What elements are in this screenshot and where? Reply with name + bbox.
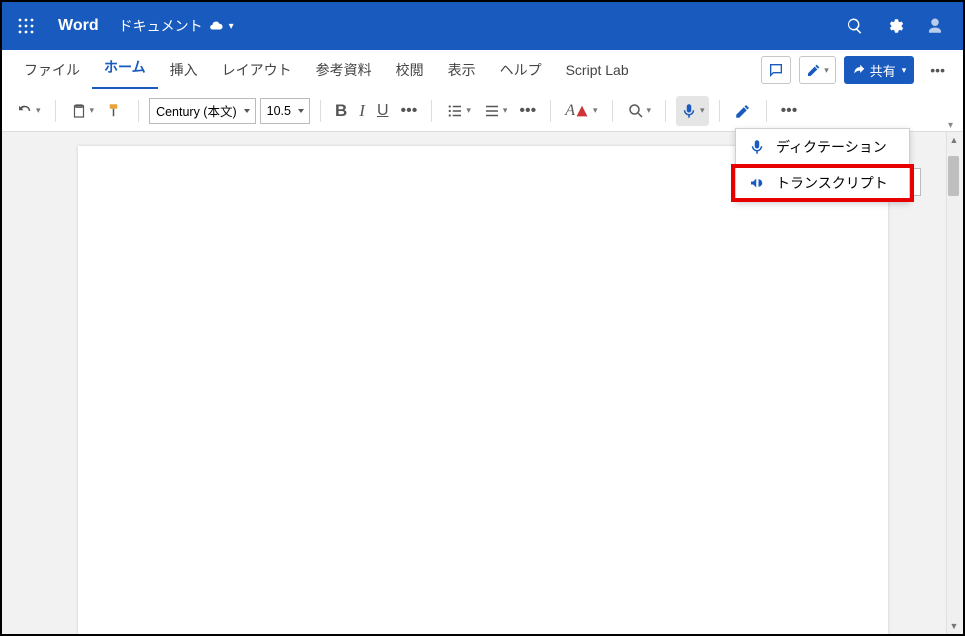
settings-button[interactable] [875,6,915,46]
tab-scriptlab[interactable]: Script Lab [554,51,641,89]
tab-file[interactable]: ファイル [12,51,92,89]
saved-cloud-icon [209,19,223,33]
tab-review[interactable]: 校閲 [384,51,436,89]
transcribe-label: トランスクリプト [776,173,888,193]
toolbar-more-button[interactable]: ••• [777,96,802,126]
document-title[interactable]: ドキュメント ▾ [119,16,234,36]
document-page[interactable] [78,146,888,634]
ribbon-toolbar: ▾ ▾ Century (本文) 10.5 B I U ••• ▾ ▾ ••• … [2,90,963,132]
font-size-select[interactable]: 10.5 [260,98,310,124]
app-launcher-button[interactable] [10,10,42,42]
scroll-down-icon[interactable]: ▼ [947,618,961,634]
separator [138,100,139,122]
share-button[interactable]: 共有 ▾ [844,56,915,84]
underline-button[interactable]: U [373,96,393,126]
scroll-up-icon[interactable]: ▲ [947,132,961,148]
share-label: 共有 [870,61,896,80]
bold-button[interactable]: B [331,96,351,126]
ribbon-overflow-button[interactable]: ••• [922,62,953,78]
undo-button[interactable]: ▾ [12,96,45,126]
separator [719,100,720,122]
styles-button[interactable]: A▾ [561,96,601,126]
tab-insert[interactable]: 挿入 [158,51,210,89]
ribbon-tabs: ファイル ホーム 挿入 レイアウト 参考資料 校閲 表示 ヘルプ Script … [2,50,963,90]
chevron-down-icon: ▾ [902,65,907,76]
chevron-down-icon: ▾ [824,65,829,76]
transcribe-menu-item[interactable]: トランスクリプト [736,165,909,201]
transcribe-icon [748,174,766,192]
tab-help[interactable]: ヘルプ [488,51,554,89]
dictate-dropdown: ディクテーション トランスクリプト [735,128,910,202]
tab-references[interactable]: 参考資料 [304,51,384,89]
tab-view[interactable]: 表示 [436,51,488,89]
paragraph-more-button[interactable]: ••• [515,96,540,126]
align-button[interactable]: ▾ [479,96,512,126]
separator [612,100,613,122]
dictate-split-button[interactable]: ▾ [676,96,709,126]
chevron-down-icon: ▾ [229,21,234,32]
separator [766,100,767,122]
collapse-ribbon-button[interactable]: ▾ [948,120,953,131]
dictate-menu-item[interactable]: ディクテーション [736,129,909,165]
separator [320,100,321,122]
separator [665,100,666,122]
app-name: Word [58,17,99,35]
mic-icon [748,138,766,156]
bullets-button[interactable]: ▾ [442,96,475,126]
paste-button[interactable]: ▾ [66,96,99,126]
font-name-value: Century (本文) [156,101,237,120]
format-painter-button[interactable] [102,96,128,126]
editing-mode-button[interactable]: ▾ [799,56,836,84]
separator [431,100,432,122]
comments-button[interactable] [761,56,791,84]
font-more-button[interactable]: ••• [397,96,422,126]
scroll-thumb[interactable] [948,156,959,196]
titlebar: Word ドキュメント ▾ [2,2,963,50]
account-button[interactable] [915,6,955,46]
search-button[interactable] [835,6,875,46]
editor-button[interactable] [730,96,756,126]
font-name-select[interactable]: Century (本文) [149,98,256,124]
tab-layout[interactable]: レイアウト [210,51,304,89]
italic-button[interactable]: I [355,96,369,126]
document-title-text: ドキュメント [119,16,203,36]
document-canvas: ▲ ▼ [2,132,963,634]
find-button[interactable]: ▾ [623,96,656,126]
dictate-label: ディクテーション [776,137,887,157]
font-size-value: 10.5 [267,104,291,118]
tab-home[interactable]: ホーム [92,51,158,89]
vertical-scrollbar[interactable]: ▲ ▼ [946,132,961,634]
separator [550,100,551,122]
separator [55,100,56,122]
